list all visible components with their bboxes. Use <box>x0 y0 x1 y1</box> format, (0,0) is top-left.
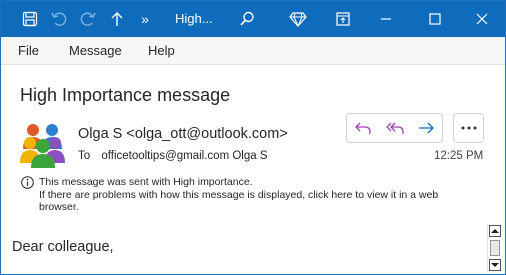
menu-bar: File Message Help <box>0 37 506 65</box>
forward-icon[interactable] <box>410 114 442 142</box>
close-icon[interactable] <box>472 0 492 37</box>
reply-all-icon[interactable] <box>379 114 411 142</box>
message-body-text: Dear colleague, <box>12 239 114 255</box>
scroll-down-icon[interactable] <box>489 259 501 271</box>
diamond-icon[interactable] <box>288 0 308 37</box>
search-icon[interactable] <box>237 0 257 37</box>
window-title: High... <box>175 11 213 26</box>
up-arrow-icon[interactable] <box>107 0 127 37</box>
view-in-browser-link[interactable]: If there are problems with how this mess… <box>39 189 479 214</box>
more-options-icon[interactable] <box>453 113 484 143</box>
minimize-icon[interactable] <box>376 0 396 37</box>
to-label: To <box>78 150 91 162</box>
redo-icon[interactable] <box>78 0 98 37</box>
reply-icon[interactable] <box>347 114 379 142</box>
maximize-icon[interactable] <box>425 0 445 37</box>
message-subject: High Importance message <box>20 85 231 105</box>
avatar <box>19 119 67 169</box>
title-bar: » High... <box>0 0 506 37</box>
menu-message[interactable]: Message <box>69 43 122 58</box>
recipients[interactable]: officetooltips@gmail.com Olga S <box>101 150 267 162</box>
menu-file[interactable]: File <box>18 43 39 58</box>
body-scrollbar[interactable] <box>487 224 502 272</box>
reply-actions <box>346 113 443 143</box>
more-commands-icon[interactable]: » <box>137 0 153 37</box>
menu-help[interactable]: Help <box>148 43 175 58</box>
scrollbar-thumb[interactable] <box>490 240 500 256</box>
sender[interactable]: Olga S <olga_ott@outlook.com> <box>78 126 288 142</box>
undo-icon[interactable] <box>49 0 69 37</box>
restore-window-icon[interactable] <box>333 0 353 37</box>
to-line: To officetooltips@gmail.com Olga S <box>78 150 268 162</box>
importance-notice: This message was sent with High importan… <box>39 176 253 188</box>
info-bar[interactable]: This message was sent with High importan… <box>39 176 479 214</box>
info-icon <box>21 176 34 189</box>
save-icon[interactable] <box>20 0 40 37</box>
message-time: 12:25 PM <box>434 150 484 162</box>
scroll-up-icon[interactable] <box>489 225 501 237</box>
